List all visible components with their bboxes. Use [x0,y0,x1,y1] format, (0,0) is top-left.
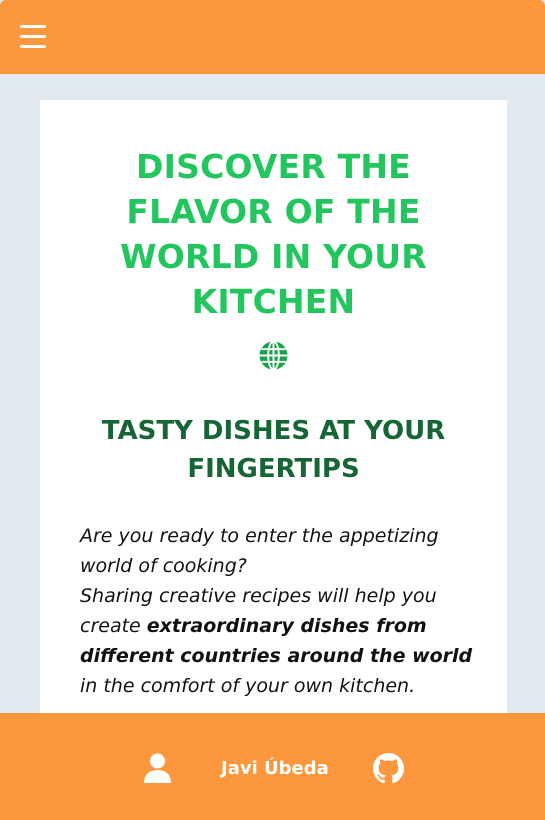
intro-paragraph: Are you ready to enter the appetizing wo… [80,521,475,701]
github-icon[interactable] [373,753,404,784]
hamburger-menu-icon[interactable] [18,24,48,50]
user-icon [144,753,171,783]
hero-card: DISCOVER THE FLAVOR OF THE WORLD IN YOUR… [40,100,507,740]
hero-subtitle: TASTY DISHES AT YOUR FINGERTIPS [101,416,446,484]
footer: Javi Úbeda [0,713,545,820]
top-navbar [0,0,545,74]
author-name: Javi Úbeda [221,758,329,779]
intro-line-2-end: in the comfort of your own kitchen. [80,675,416,697]
page: DISCOVER THE FLAVOR OF THE WORLD IN YOUR… [0,0,545,820]
globe-icon [259,340,288,371]
intro-line-1: Are you ready to enter the appetizing wo… [80,525,439,577]
hero-title: DISCOVER THE FLAVOR OF THE WORLD IN YOUR… [120,147,427,321]
